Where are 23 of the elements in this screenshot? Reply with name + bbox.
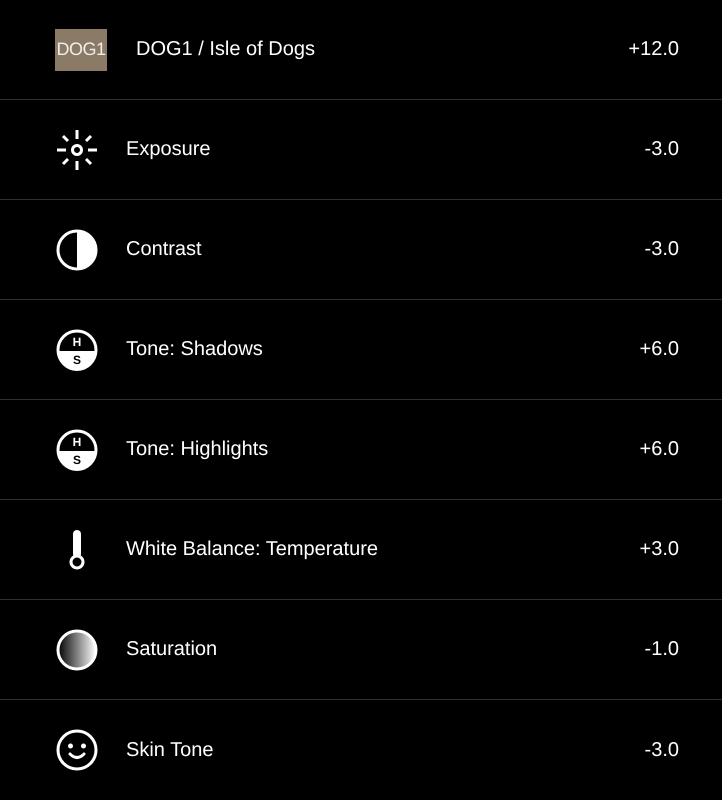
adjustment-value: -3.0 bbox=[644, 238, 679, 261]
adjustment-value: +3.0 bbox=[640, 538, 679, 561]
adjustment-label: Exposure bbox=[126, 138, 212, 161]
adjustment-label: White Balance: Temperature bbox=[126, 538, 379, 561]
adjustment-label: Contrast bbox=[126, 238, 203, 261]
preset-swatch: DOG1 bbox=[55, 28, 107, 70]
adjustment-value: +6.0 bbox=[640, 338, 679, 361]
adjustment-value: -1.0 bbox=[644, 638, 679, 661]
sun-icon bbox=[55, 128, 99, 172]
saturation-icon bbox=[55, 628, 99, 672]
tone-icon: H S bbox=[55, 328, 99, 372]
adjustment-label: Tone: Shadows bbox=[126, 338, 264, 361]
adjustment-value: -3.0 bbox=[644, 738, 679, 762]
tone-icon: H S bbox=[55, 428, 99, 472]
contrast-icon bbox=[55, 228, 99, 272]
adjustment-value: -3.0 bbox=[644, 138, 679, 161]
adjustment-label: DOG1 / Isle of Dogs bbox=[136, 38, 316, 61]
smiley-icon bbox=[55, 728, 99, 772]
adjustment-value: +12.0 bbox=[628, 38, 679, 61]
adjustment-label: Saturation bbox=[126, 638, 218, 661]
adjustment-value: +6.0 bbox=[640, 438, 679, 461]
adjustment-label: Tone: Highlights bbox=[126, 438, 270, 461]
adjustment-label: Skin Tone bbox=[126, 738, 214, 762]
